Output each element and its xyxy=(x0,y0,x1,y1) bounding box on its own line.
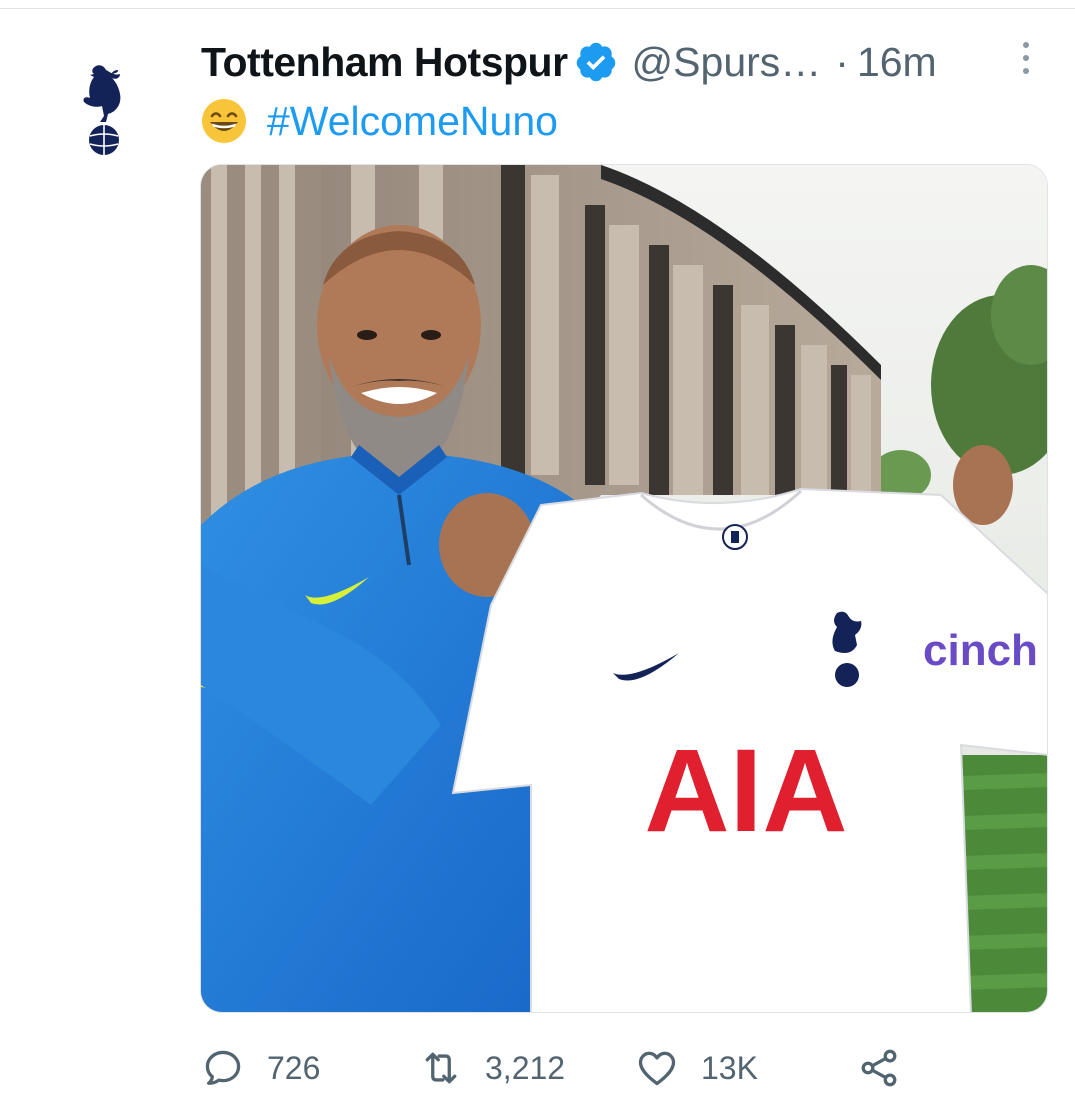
more-options-icon[interactable] xyxy=(1016,42,1036,82)
cockerel-crest-icon xyxy=(83,65,121,155)
separator-dot: · xyxy=(835,38,849,85)
photo-nuno-with-shirt: AIA cinch xyxy=(201,165,1047,1012)
reply-button[interactable]: 726 xyxy=(201,1040,320,1096)
retweet-button[interactable]: 3,212 xyxy=(419,1040,565,1096)
top-divider xyxy=(0,8,1075,9)
share-icon xyxy=(861,1049,897,1087)
tweet-media-photo[interactable]: AIA cinch xyxy=(200,164,1048,1013)
tweet-action-bar: 726 3,212 13K xyxy=(201,1040,921,1096)
reply-icon xyxy=(205,1050,241,1085)
retweet-count: 3,212 xyxy=(485,1049,566,1086)
author-handle[interactable]: @Spurs… xyxy=(632,39,822,86)
tweet-text: #WelcomeNuno xyxy=(201,96,558,146)
grinning-face-emoji xyxy=(202,99,246,143)
reply-count: 726 xyxy=(267,1049,321,1086)
timestamp[interactable]: 16m xyxy=(857,39,937,86)
author-name[interactable]: Tottenham Hotspur xyxy=(201,39,568,86)
tweet-header: Tottenham Hotspur @Spurs… · 16m xyxy=(201,38,937,86)
like-count: 13K xyxy=(701,1049,758,1086)
hashtag-link[interactable]: #WelcomeNuno xyxy=(267,98,558,145)
shirt-sponsor: AIA xyxy=(644,725,847,857)
share-button[interactable] xyxy=(857,1040,901,1096)
like-button[interactable]: 13K xyxy=(635,1040,758,1096)
heart-icon xyxy=(638,1051,676,1086)
sleeve-sponsor: cinch xyxy=(923,626,1038,675)
retweet-icon xyxy=(425,1052,457,1084)
verified-badge-icon xyxy=(576,42,615,82)
avatar[interactable] xyxy=(76,62,128,166)
